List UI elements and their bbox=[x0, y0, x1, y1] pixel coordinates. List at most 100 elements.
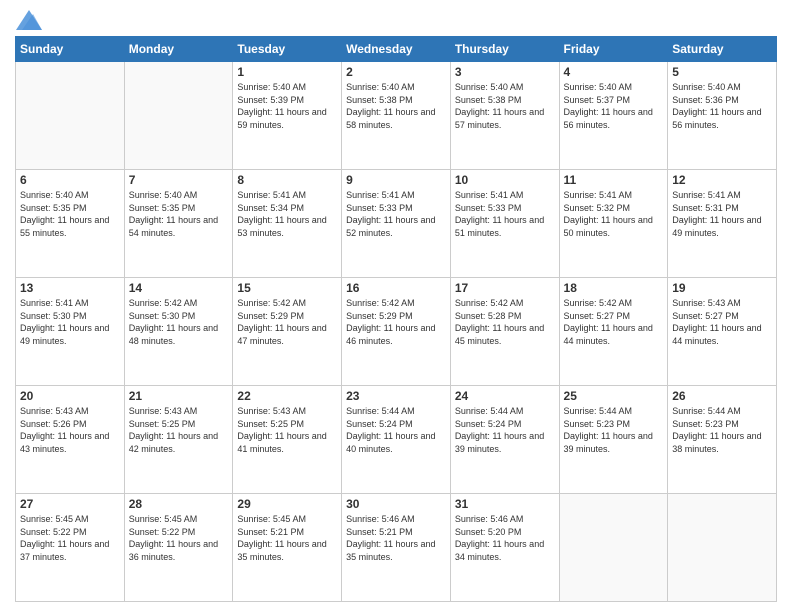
cell-info: Sunset: 5:23 PM bbox=[672, 418, 772, 431]
cell-info: Sunrise: 5:40 AM bbox=[237, 81, 337, 94]
cell-info: Daylight: 11 hours and 41 minutes. bbox=[237, 430, 337, 455]
day-number: 22 bbox=[237, 389, 337, 403]
day-number: 11 bbox=[564, 173, 664, 187]
calendar-cell bbox=[124, 62, 233, 170]
cell-info: Sunrise: 5:41 AM bbox=[564, 189, 664, 202]
cell-info: Sunrise: 5:40 AM bbox=[346, 81, 446, 94]
cell-info: Daylight: 11 hours and 55 minutes. bbox=[20, 214, 120, 239]
cell-info: Sunset: 5:29 PM bbox=[237, 310, 337, 323]
calendar-week-1: 1Sunrise: 5:40 AMSunset: 5:39 PMDaylight… bbox=[16, 62, 777, 170]
cell-info: Sunset: 5:28 PM bbox=[455, 310, 555, 323]
cell-info: Sunrise: 5:43 AM bbox=[20, 405, 120, 418]
day-header-wednesday: Wednesday bbox=[342, 37, 451, 62]
cell-info: Sunrise: 5:44 AM bbox=[346, 405, 446, 418]
cell-info: Daylight: 11 hours and 37 minutes. bbox=[20, 538, 120, 563]
cell-info: Daylight: 11 hours and 46 minutes. bbox=[346, 322, 446, 347]
cell-info: Sunrise: 5:41 AM bbox=[672, 189, 772, 202]
day-number: 23 bbox=[346, 389, 446, 403]
cell-info: Sunrise: 5:45 AM bbox=[237, 513, 337, 526]
cell-info: Sunrise: 5:40 AM bbox=[564, 81, 664, 94]
day-number: 5 bbox=[672, 65, 772, 79]
cell-info: Sunset: 5:35 PM bbox=[129, 202, 229, 215]
cell-info: Daylight: 11 hours and 44 minutes. bbox=[564, 322, 664, 347]
calendar-cell: 1Sunrise: 5:40 AMSunset: 5:39 PMDaylight… bbox=[233, 62, 342, 170]
calendar-cell: 7Sunrise: 5:40 AMSunset: 5:35 PMDaylight… bbox=[124, 170, 233, 278]
cell-info: Sunset: 5:26 PM bbox=[20, 418, 120, 431]
cell-info: Daylight: 11 hours and 35 minutes. bbox=[237, 538, 337, 563]
calendar-cell: 26Sunrise: 5:44 AMSunset: 5:23 PMDayligh… bbox=[668, 386, 777, 494]
cell-info: Daylight: 11 hours and 42 minutes. bbox=[129, 430, 229, 455]
cell-info: Daylight: 11 hours and 56 minutes. bbox=[672, 106, 772, 131]
cell-info: Sunset: 5:39 PM bbox=[237, 94, 337, 107]
day-number: 6 bbox=[20, 173, 120, 187]
cell-info: Sunrise: 5:42 AM bbox=[455, 297, 555, 310]
cell-info: Daylight: 11 hours and 39 minutes. bbox=[564, 430, 664, 455]
cell-info: Sunset: 5:37 PM bbox=[564, 94, 664, 107]
day-number: 12 bbox=[672, 173, 772, 187]
day-number: 27 bbox=[20, 497, 120, 511]
calendar-week-4: 20Sunrise: 5:43 AMSunset: 5:26 PMDayligh… bbox=[16, 386, 777, 494]
cell-info: Sunset: 5:23 PM bbox=[564, 418, 664, 431]
cell-info: Daylight: 11 hours and 39 minutes. bbox=[455, 430, 555, 455]
cell-info: Sunset: 5:30 PM bbox=[20, 310, 120, 323]
cell-info: Daylight: 11 hours and 50 minutes. bbox=[564, 214, 664, 239]
cell-info: Daylight: 11 hours and 45 minutes. bbox=[455, 322, 555, 347]
calendar-week-3: 13Sunrise: 5:41 AMSunset: 5:30 PMDayligh… bbox=[16, 278, 777, 386]
page: SundayMondayTuesdayWednesdayThursdayFrid… bbox=[0, 0, 792, 612]
cell-info: Daylight: 11 hours and 57 minutes. bbox=[455, 106, 555, 131]
calendar-cell: 2Sunrise: 5:40 AMSunset: 5:38 PMDaylight… bbox=[342, 62, 451, 170]
day-number: 15 bbox=[237, 281, 337, 295]
day-number: 30 bbox=[346, 497, 446, 511]
calendar-cell: 18Sunrise: 5:42 AMSunset: 5:27 PMDayligh… bbox=[559, 278, 668, 386]
cell-info: Sunrise: 5:43 AM bbox=[237, 405, 337, 418]
day-number: 18 bbox=[564, 281, 664, 295]
cell-info: Sunset: 5:24 PM bbox=[346, 418, 446, 431]
calendar-cell: 31Sunrise: 5:46 AMSunset: 5:20 PMDayligh… bbox=[450, 494, 559, 602]
day-number: 10 bbox=[455, 173, 555, 187]
cell-info: Sunrise: 5:44 AM bbox=[672, 405, 772, 418]
calendar-cell: 11Sunrise: 5:41 AMSunset: 5:32 PMDayligh… bbox=[559, 170, 668, 278]
calendar-cell: 15Sunrise: 5:42 AMSunset: 5:29 PMDayligh… bbox=[233, 278, 342, 386]
cell-info: Sunset: 5:38 PM bbox=[346, 94, 446, 107]
cell-info: Sunrise: 5:46 AM bbox=[455, 513, 555, 526]
calendar-cell: 6Sunrise: 5:40 AMSunset: 5:35 PMDaylight… bbox=[16, 170, 125, 278]
cell-info: Daylight: 11 hours and 40 minutes. bbox=[346, 430, 446, 455]
cell-info: Sunset: 5:25 PM bbox=[129, 418, 229, 431]
cell-info: Daylight: 11 hours and 58 minutes. bbox=[346, 106, 446, 131]
cell-info: Sunset: 5:36 PM bbox=[672, 94, 772, 107]
calendar-cell: 24Sunrise: 5:44 AMSunset: 5:24 PMDayligh… bbox=[450, 386, 559, 494]
day-header-sunday: Sunday bbox=[16, 37, 125, 62]
day-number: 4 bbox=[564, 65, 664, 79]
logo-text bbox=[15, 10, 43, 30]
calendar-cell: 13Sunrise: 5:41 AMSunset: 5:30 PMDayligh… bbox=[16, 278, 125, 386]
cell-info: Sunrise: 5:40 AM bbox=[455, 81, 555, 94]
calendar-cell: 9Sunrise: 5:41 AMSunset: 5:33 PMDaylight… bbox=[342, 170, 451, 278]
cell-info: Daylight: 11 hours and 49 minutes. bbox=[20, 322, 120, 347]
calendar-cell: 3Sunrise: 5:40 AMSunset: 5:38 PMDaylight… bbox=[450, 62, 559, 170]
cell-info: Daylight: 11 hours and 38 minutes. bbox=[672, 430, 772, 455]
cell-info: Sunset: 5:25 PM bbox=[237, 418, 337, 431]
calendar-cell: 8Sunrise: 5:41 AMSunset: 5:34 PMDaylight… bbox=[233, 170, 342, 278]
calendar-cell: 16Sunrise: 5:42 AMSunset: 5:29 PMDayligh… bbox=[342, 278, 451, 386]
cell-info: Sunset: 5:21 PM bbox=[346, 526, 446, 539]
cell-info: Sunset: 5:30 PM bbox=[129, 310, 229, 323]
calendar-table: SundayMondayTuesdayWednesdayThursdayFrid… bbox=[15, 36, 777, 602]
calendar-cell: 22 Sunrise: 5:43 AMSunset: 5:25 PMDayligh… bbox=[233, 386, 342, 494]
cell-info: Sunset: 5:27 PM bbox=[672, 310, 772, 323]
cell-info: Daylight: 11 hours and 34 minutes. bbox=[455, 538, 555, 563]
cell-info: Daylight: 11 hours and 43 minutes. bbox=[20, 430, 120, 455]
calendar-cell: 17Sunrise: 5:42 AMSunset: 5:28 PMDayligh… bbox=[450, 278, 559, 386]
day-header-saturday: Saturday bbox=[668, 37, 777, 62]
cell-info: Sunset: 5:24 PM bbox=[455, 418, 555, 431]
day-number: 8 bbox=[237, 173, 337, 187]
calendar-cell: 14Sunrise: 5:42 AMSunset: 5:30 PMDayligh… bbox=[124, 278, 233, 386]
cell-info: Daylight: 11 hours and 59 minutes. bbox=[237, 106, 337, 131]
cell-info: Daylight: 11 hours and 48 minutes. bbox=[129, 322, 229, 347]
calendar-cell: 5Sunrise: 5:40 AMSunset: 5:36 PMDaylight… bbox=[668, 62, 777, 170]
cell-info: Sunrise: 5:42 AM bbox=[237, 297, 337, 310]
calendar-cell: 21Sunrise: 5:43 AMSunset: 5:25 PMDayligh… bbox=[124, 386, 233, 494]
day-number: 13 bbox=[20, 281, 120, 295]
cell-info: Daylight: 11 hours and 49 minutes. bbox=[672, 214, 772, 239]
cell-info: Daylight: 11 hours and 44 minutes. bbox=[672, 322, 772, 347]
cell-info: Sunrise: 5:41 AM bbox=[346, 189, 446, 202]
